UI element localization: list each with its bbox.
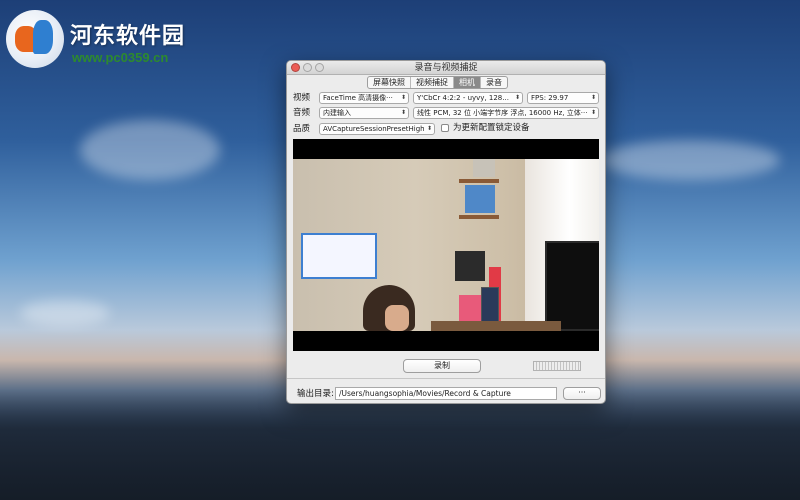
audio-label: 音频 (293, 108, 311, 118)
tab-camera[interactable]: 相机 (454, 77, 481, 88)
tab-video-capture[interactable]: 视频捕捉 (411, 77, 454, 88)
window-titlebar[interactable]: 录音与视频捕捉 (287, 61, 605, 75)
watermark-title: 河东软件园 (70, 23, 186, 49)
camera-preview (293, 139, 599, 351)
record-button[interactable]: 录制 (403, 359, 481, 373)
video-format-select[interactable]: Y'CbCr 4:2:2 - uyvy, 128... ⬍ (413, 92, 523, 104)
desk-monitor (545, 241, 599, 331)
video-label: 视频 (293, 93, 311, 103)
sky-cloud (20, 300, 110, 326)
audio-level-meter (533, 361, 581, 371)
video-device-value: FaceTime 高清摄像··· (323, 94, 393, 102)
browse-button[interactable]: ··· (563, 387, 601, 400)
audio-format-select[interactable]: 线性 PCM, 32 位 小端字节序 浮点, 16000 Hz, 立体··· ⬍ (413, 107, 599, 119)
audio-format-value: 线性 PCM, 32 位 小端字节序 浮点, 16000 Hz, 立体··· (417, 109, 588, 117)
fps-value: FPS: 29.97 (531, 94, 569, 102)
video-device-select[interactable]: FaceTime 高清摄像··· ⬍ (319, 92, 409, 104)
lock-device-label: 为更新配置锁定设备 (453, 123, 530, 133)
tab-screenshot[interactable]: 屏幕快照 (368, 77, 411, 88)
mode-tabs: 屏幕快照 视频捕捉 相机 录音 (367, 76, 508, 89)
person-face (385, 305, 409, 331)
camera-scene-image (293, 159, 599, 331)
lock-device-checkbox[interactable] (441, 124, 449, 132)
quality-label: 品质 (293, 124, 311, 134)
shoreline-rocks (0, 390, 800, 500)
sky-cloud (80, 120, 220, 180)
popup-arrow-icon: ⬍ (400, 109, 406, 116)
divider (287, 378, 605, 379)
watermark-url: www.pc0359.cn (72, 50, 169, 65)
audio-device-value: 内建输入 (323, 109, 351, 117)
quality-preset-select[interactable]: AVCaptureSessionPresetHigh ⬍ (319, 123, 435, 135)
tab-audio-recording[interactable]: 录音 (481, 77, 507, 88)
quality-preset-value: AVCaptureSessionPresetHigh (323, 125, 425, 133)
audio-device-select[interactable]: 内建输入 ⬍ (319, 107, 409, 119)
popup-arrow-icon: ⬍ (590, 109, 596, 116)
output-dir-label: 输出目录: (297, 389, 334, 399)
window-title: 录音与视频捕捉 (414, 63, 478, 73)
popup-arrow-icon: ⬍ (590, 94, 596, 101)
sky-cloud (600, 140, 780, 180)
video-format-value: Y'CbCr 4:2:2 - uyvy, 128... (417, 94, 509, 102)
fps-select[interactable]: FPS: 29.97 ⬍ (527, 92, 599, 104)
site-watermark: 河东软件园 www.pc0359.cn (6, 8, 226, 68)
popup-arrow-icon: ⬍ (514, 94, 520, 101)
capture-window: 录音与视频捕捉 屏幕快照 视频捕捉 相机 录音 视频 FaceTime 高清摄像… (286, 60, 606, 404)
popup-arrow-icon: ⬍ (400, 94, 406, 101)
wall-poster (301, 233, 377, 279)
watermark-logo-icon (6, 10, 64, 68)
output-path-field[interactable]: /Users/huangsophia/Movies/Record & Captu… (335, 387, 557, 400)
popup-arrow-icon: ⬍ (426, 125, 432, 132)
